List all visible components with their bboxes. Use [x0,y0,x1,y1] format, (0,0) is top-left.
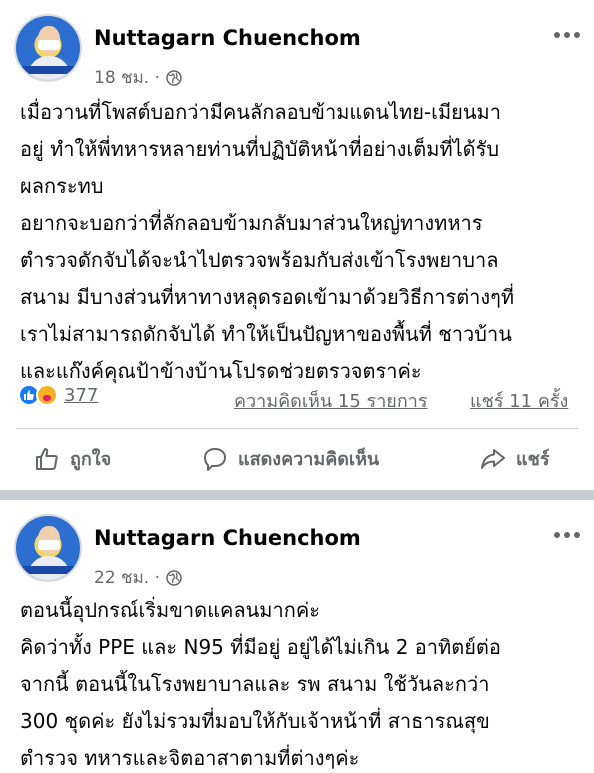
more-options-icon[interactable] [550,528,584,542]
post-text-line: ตำรวจ ทหารและจิตอาสาตามที่ต่างๆค่ะ [20,746,360,770]
post-actions: ถูกใจ แสดงความคิดเห็น แชร์ [0,438,594,482]
post-text-line: เมื่อวานที่โพสต์บอกว่ามีคนลักลอบข้ามแดนไ… [20,100,501,124]
post-text: เมื่อวานที่โพสต์บอกว่ามีคนลักลอบข้ามแดนไ… [20,94,582,390]
reactions-summary[interactable]: 377 [18,384,98,406]
post-meta: 22 ชม. · [94,564,182,591]
post-time[interactable]: 18 ชม. · [94,64,160,91]
author-name[interactable]: Nuttagarn Chuenchom [94,526,361,550]
comments-count-link[interactable]: ความคิดเห็น 15 รายการ [234,386,428,415]
post-text-line: ผลกระทบ [20,174,104,198]
author-avatar[interactable] [14,514,82,582]
care-reaction-icon [36,384,58,406]
post-text-line: สนาม มีบางส่วนที่หาทางหลุดรอดเข้ามาด้วยว… [20,285,515,309]
post-text-line: ตอนนี้อุปกรณ์เริ่มขาดแคลนมากค่ะ [20,598,320,622]
post-1: Nuttagarn Chuenchom 18 ชม. · เมื่อวานที่… [0,0,594,490]
post-stats: 377 ความคิดเห็น 15 รายการ แชร์ 11 ครั้ง [0,380,594,416]
share-button[interactable]: แชร์ [480,444,550,473]
post-text-line: จากนี้ ตอนนี้ในโรงพยาบาลและ รพ สนาม ใช้ว… [20,672,490,696]
comment-button-label: แสดงความคิดเห็น [238,449,380,470]
globe-icon[interactable] [166,569,182,586]
like-button[interactable]: ถูกใจ [34,444,111,473]
post-meta: 18 ชม. · [94,64,182,91]
reaction-count[interactable]: 377 [64,385,98,406]
thumbs-up-icon [36,447,58,470]
like-button-label: ถูกใจ [70,449,112,470]
author-name[interactable]: Nuttagarn Chuenchom [94,26,361,50]
post-2: Nuttagarn Chuenchom 22 ชม. · ตอนนี้อุปกร… [0,500,594,773]
share-arrow-icon [481,448,505,469]
post-text-line: คิดว่าทั้ง PPE และ N95 ที่มีอยู่ อยู่ได้… [20,635,501,659]
comment-bubble-icon [204,447,226,471]
shares-count-link[interactable]: แชร์ 11 ครั้ง [470,386,568,415]
post-text-line: ตำรวจดักจับได้จะนำไปตรวจพร้อมกับส่งเข้าโ… [20,248,499,272]
comment-button[interactable]: แสดงความคิดเห็น [202,444,379,473]
post-text-line: อยากจะบอกว่าที่ลักลอบข้ามกลับมาส่วนใหญ่ท… [20,211,483,235]
post-text-line: อยู่ ทำให้พี่ทหารหลายท่านที่ปฏิบัติหน้าท… [20,137,500,161]
share-button-label: แชร์ [516,449,550,470]
post-text-line: 300 ชุดค่ะ ยังไม่รวมที่มอบให้กับเจ้าหน้า… [20,709,490,733]
author-avatar[interactable] [14,14,82,82]
globe-icon[interactable] [166,69,182,86]
post-text-line: เราไม่สามารถดักจับได้ ทำให้เป็นปัญหาของพ… [20,322,512,346]
feed-separator [0,490,594,500]
post-header: Nuttagarn Chuenchom 22 ชม. · [0,500,594,600]
more-options-icon[interactable] [550,28,584,42]
post-text: ตอนนี้อุปกรณ์เริ่มขาดแคลนมากค่ะ คิดว่าทั… [20,592,582,773]
post-header: Nuttagarn Chuenchom 18 ชม. · [0,0,594,100]
divider [16,428,578,429]
post-time[interactable]: 22 ชม. · [94,564,160,591]
